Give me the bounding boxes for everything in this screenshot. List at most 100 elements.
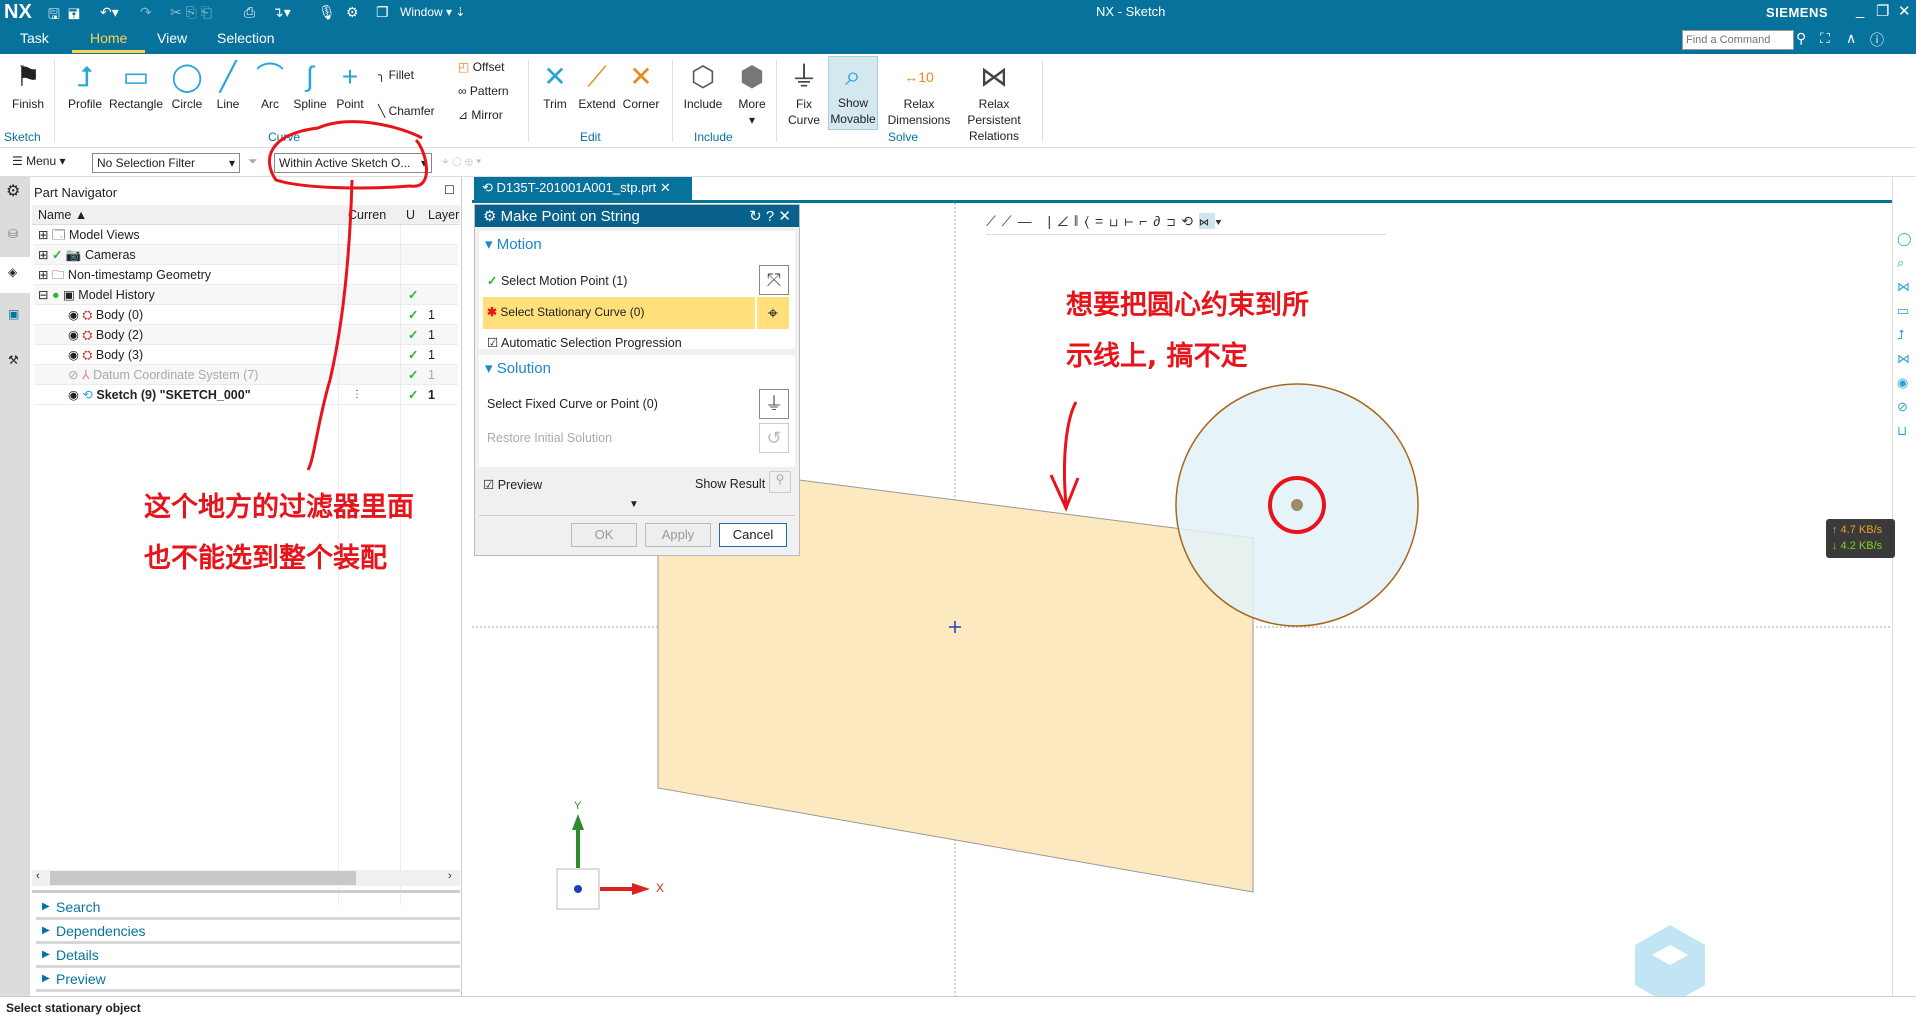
profile-button[interactable]: ⮥ Profile (64, 58, 106, 112)
tree-row-datum-csys[interactable]: ⊘ ⅄ Datum Coordinate System (7) ✓ 1 (34, 365, 458, 385)
group-solve[interactable]: Solve (888, 130, 918, 144)
filter-icon[interactable]: ⏷ (248, 154, 258, 169)
check-icon[interactable]: ✓ (408, 285, 418, 305)
motion-header[interactable]: ▾ Motion (485, 235, 542, 253)
gear-icon[interactable]: ⚙ (483, 208, 496, 225)
scroll-right-icon[interactable]: › (448, 870, 452, 882)
help-icon[interactable]: ? (766, 208, 774, 225)
redo-icon[interactable]: ↷ (140, 4, 152, 21)
point-button[interactable]: + Point (332, 58, 368, 112)
check-icon[interactable]: ✓ (408, 325, 418, 345)
collapse-ribbon-icon[interactable]: ∧ (1846, 30, 1856, 47)
document-tab[interactable]: ⟲ D135T-201001A001_stp.prt ✕ (474, 177, 692, 200)
check-icon[interactable]: ✓ (408, 345, 418, 365)
fillet-button[interactable]: ╮ Fillet (378, 68, 414, 82)
mirror-button[interactable]: ⊿ Mirror (458, 108, 503, 122)
cut-copy-paste-icon[interactable]: ✂ ⎘ ⎗ (170, 4, 212, 21)
group-curve[interactable]: Curve (268, 130, 300, 144)
check-icon[interactable]: ✓ (408, 385, 418, 405)
horizontal-scrollbar[interactable]: ‹ › (32, 870, 460, 886)
fix-icon[interactable]: ⏚ (759, 389, 789, 419)
check-icon[interactable]: ✓ (408, 305, 418, 325)
arc-button[interactable]: ⌒ Arc (252, 58, 288, 112)
save-icon[interactable]: 🖫 (48, 4, 60, 28)
snap-icons[interactable]: ⌖ ⬡ ⊕ ▾ (442, 154, 481, 169)
tab-task[interactable]: Task (20, 30, 49, 46)
ok-button[interactable]: OK (571, 523, 637, 547)
relax-relations-button[interactable]: ⋈ Relax Persistent Relations (954, 58, 1034, 144)
select-stationary-curve[interactable]: ✱ Select Stationary Curve (0) (483, 297, 755, 329)
more-button[interactable]: ⬢ More ▾ (732, 58, 772, 128)
relax-dimensions-button[interactable]: ↔10 Relax Dimensions (884, 58, 954, 128)
menu-button[interactable]: ☰ Menu ▾ (12, 154, 65, 168)
check-icon[interactable]: ✓ (408, 365, 418, 385)
pattern-button[interactable]: ∞ Pattern (458, 84, 509, 98)
tree-row-body-3[interactable]: ◉ ⛭ Body (3) ✓ 1 (34, 345, 458, 365)
show-movable-button[interactable]: ⌕ Show Movable (828, 56, 878, 130)
group-edit[interactable]: Edit (580, 130, 601, 144)
restore-button[interactable]: ❐ (1876, 2, 1889, 20)
tree-row-sketch[interactable]: ◉ ⟲ Sketch (9) "SKETCH_000" ⋮ ✓ 1 (34, 385, 458, 405)
settings-icon[interactable]: ⚙ (6, 181, 20, 201)
constraint-toolbar[interactable]: ⟋⟋— |∠∥⟨=⊔⊢⌐∂⊐⟲⋈▾ (986, 213, 1386, 235)
roles-icon[interactable]: ⚒ (8, 353, 19, 367)
help-icon[interactable]: ⓘ (1870, 30, 1884, 50)
spline-button[interactable]: ∫ Spline (290, 58, 330, 112)
column-layer[interactable]: Layer (428, 205, 459, 225)
auto-progression-checkbox[interactable]: ☑ Automatic Selection Progression (487, 335, 682, 350)
tab-selection[interactable]: Selection (217, 30, 275, 46)
tree-row-model-history[interactable]: ⊟ ● ▣ Model History ✓ (34, 285, 458, 305)
tree-row-non-timestamp[interactable]: ⊞ 🗀 Non-timestamp Geometry (34, 265, 458, 285)
include-button[interactable]: ⬡ Include (680, 58, 726, 112)
part-navigator-icon[interactable]: ◈ (0, 257, 30, 293)
show-constraints-icon[interactable]: ⋈ (1198, 213, 1215, 229)
column-name[interactable]: Name ▲ (38, 205, 87, 225)
tree-row-cameras[interactable]: ⊞ ✓ 📷 Cameras (34, 245, 458, 265)
select-motion-point[interactable]: ✓ Select Motion Point (1) (487, 273, 627, 288)
selection-filter-dropdown[interactable]: No Selection Filter ▾ (92, 153, 240, 173)
scrollbar-thumb[interactable] (50, 871, 356, 885)
section-preview[interactable]: ▶ Preview (36, 968, 460, 992)
corner-button[interactable]: ✕ Corner (620, 58, 662, 112)
touch-mode-icon[interactable]: ⚙ (346, 4, 359, 21)
line-button[interactable]: ╱ Line (210, 58, 246, 112)
switch-window-icon[interactable]: ❐ (376, 4, 389, 21)
tree-row-body-0[interactable]: ◉ ⛭ Body (0) ✓ 1 (34, 305, 458, 325)
crosshair-icon[interactable]: ⌖ (757, 297, 789, 329)
show-result-button[interactable]: ⚲ (769, 471, 791, 493)
section-details[interactable]: ▶ Details (36, 944, 460, 968)
apply-button[interactable]: Apply (645, 523, 711, 547)
maximize-icon[interactable]: ☐ (444, 183, 455, 197)
solution-header[interactable]: ▾ Solution (485, 359, 551, 377)
section-dependencies[interactable]: ▶ Dependencies (36, 920, 460, 944)
finish-button[interactable]: ⚑ Finish (6, 58, 50, 112)
selection-scope-dropdown[interactable]: Within Active Sketch O... ▾ (274, 153, 432, 173)
tree-row-body-2[interactable]: ◉ ⛭ Body (2) ✓ 1 (34, 325, 458, 345)
repeat-command-icon[interactable]: ↴▾ (272, 4, 291, 21)
tab-home[interactable]: Home (72, 30, 146, 53)
tree-row-model-views[interactable]: ⊞ 🗔 Model Views (34, 225, 458, 245)
scroll-left-icon[interactable]: ‹ (36, 870, 40, 882)
minimize-button[interactable]: _ (1856, 2, 1864, 19)
search-icon[interactable]: ⚲ (1796, 30, 1806, 47)
group-sketch[interactable]: Sketch (4, 130, 41, 144)
expand-more-icon[interactable]: ▼ (629, 499, 639, 510)
undo-icon[interactable]: ↶▾ (100, 4, 119, 21)
select-fixed-curve[interactable]: Select Fixed Curve or Point (0) (487, 397, 658, 411)
history-icon[interactable]: ▣ (8, 307, 19, 321)
reset-icon[interactable]: ↻ (749, 208, 762, 225)
trim-button[interactable]: ✕ Trim (536, 58, 574, 112)
fullscreen-icon[interactable]: ⛶ (1820, 30, 1830, 47)
close-icon[interactable]: ✕ (778, 208, 791, 225)
close-tab-icon[interactable]: ✕ (660, 180, 671, 195)
assembly-navigator-icon[interactable]: ⛁ (8, 227, 18, 241)
print-icon[interactable]: ⎙ (244, 4, 255, 21)
fix-curve-button[interactable]: ⏚ Fix Curve (784, 58, 824, 128)
preview-checkbox[interactable]: ☑ Preview (483, 477, 542, 492)
point-on-curve-icon[interactable]: ⤧ (759, 265, 789, 295)
tab-view[interactable]: View (157, 30, 187, 46)
column-u[interactable]: U (406, 205, 415, 225)
column-current[interactable]: Curren (348, 205, 386, 225)
section-search[interactable]: ▶ Search (36, 896, 460, 920)
chamfer-button[interactable]: ╲ Chamfer (378, 104, 435, 118)
